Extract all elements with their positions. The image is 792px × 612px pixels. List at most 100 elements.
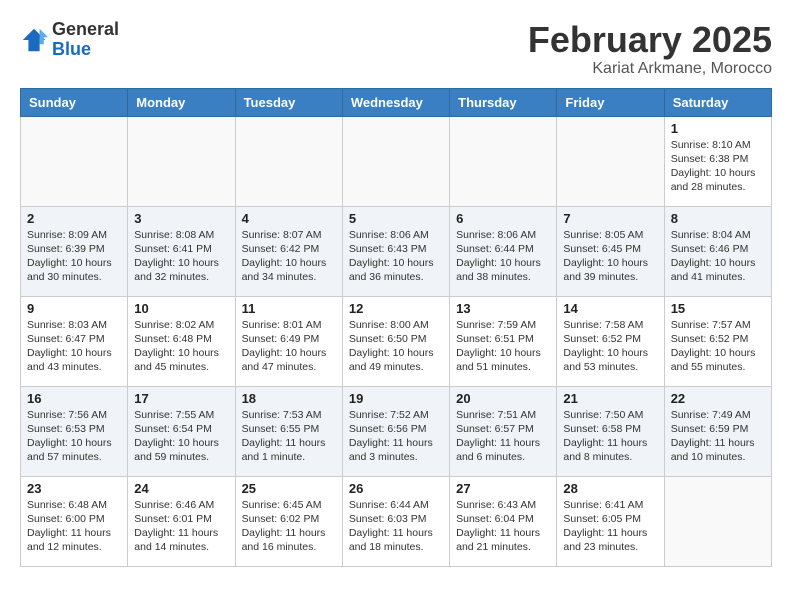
day-info: Sunrise: 7:57 AM Sunset: 6:52 PM Dayligh… bbox=[671, 318, 765, 375]
day-info: Sunrise: 6:43 AM Sunset: 6:04 PM Dayligh… bbox=[456, 498, 550, 555]
day-info: Sunrise: 8:07 AM Sunset: 6:42 PM Dayligh… bbox=[242, 228, 336, 285]
day-info: Sunrise: 7:49 AM Sunset: 6:59 PM Dayligh… bbox=[671, 408, 765, 465]
day-number: 15 bbox=[671, 301, 765, 316]
day-number: 16 bbox=[27, 391, 121, 406]
weekday-header-row: SundayMondayTuesdayWednesdayThursdayFrid… bbox=[21, 88, 772, 116]
calendar-cell: 26 Sunrise: 6:44 AM Sunset: 6:03 PM Dayli… bbox=[342, 476, 449, 566]
day-number: 18 bbox=[242, 391, 336, 406]
day-number: 17 bbox=[134, 391, 228, 406]
day-info: Sunrise: 8:06 AM Sunset: 6:44 PM Dayligh… bbox=[456, 228, 550, 285]
day-info: Sunrise: 8:10 AM Sunset: 6:38 PM Dayligh… bbox=[671, 138, 765, 195]
day-number: 5 bbox=[349, 211, 443, 226]
calendar-cell: 24 Sunrise: 6:46 AM Sunset: 6:01 PM Dayli… bbox=[128, 476, 235, 566]
month-title: February 2025 bbox=[528, 20, 772, 60]
week-row-3: 9 Sunrise: 8:03 AM Sunset: 6:47 PM Daylig… bbox=[21, 296, 772, 386]
day-info: Sunrise: 6:44 AM Sunset: 6:03 PM Dayligh… bbox=[349, 498, 443, 555]
week-row-2: 2 Sunrise: 8:09 AM Sunset: 6:39 PM Daylig… bbox=[21, 206, 772, 296]
day-info: Sunrise: 8:03 AM Sunset: 6:47 PM Dayligh… bbox=[27, 318, 121, 375]
calendar-cell: 28 Sunrise: 6:41 AM Sunset: 6:05 PM Dayli… bbox=[557, 476, 664, 566]
weekday-header-saturday: Saturday bbox=[664, 88, 771, 116]
calendar-cell bbox=[235, 116, 342, 206]
calendar-cell: 22 Sunrise: 7:49 AM Sunset: 6:59 PM Dayli… bbox=[664, 386, 771, 476]
day-info: Sunrise: 7:55 AM Sunset: 6:54 PM Dayligh… bbox=[134, 408, 228, 465]
week-row-4: 16 Sunrise: 7:56 AM Sunset: 6:53 PM Dayli… bbox=[21, 386, 772, 476]
calendar-cell: 19 Sunrise: 7:52 AM Sunset: 6:56 PM Dayli… bbox=[342, 386, 449, 476]
calendar-cell: 14Sunrise: 7:58 AM Sunset: 6:52 PM Dayli… bbox=[557, 296, 664, 386]
calendar-cell bbox=[557, 116, 664, 206]
day-number: 19 bbox=[349, 391, 443, 406]
calendar-cell: 15 Sunrise: 7:57 AM Sunset: 6:52 PM Dayli… bbox=[664, 296, 771, 386]
calendar: SundayMondayTuesdayWednesdayThursdayFrid… bbox=[20, 88, 772, 567]
day-info: Sunrise: 7:50 AM Sunset: 6:58 PM Dayligh… bbox=[563, 408, 657, 465]
day-info: Sunrise: 6:41 AM Sunset: 6:05 PM Dayligh… bbox=[563, 498, 657, 555]
calendar-cell: 4 Sunrise: 8:07 AM Sunset: 6:42 PM Daylig… bbox=[235, 206, 342, 296]
logo: General Blue bbox=[20, 20, 119, 60]
calendar-cell: 2 Sunrise: 8:09 AM Sunset: 6:39 PM Daylig… bbox=[21, 206, 128, 296]
day-number: 1 bbox=[671, 121, 765, 136]
logo-text: General Blue bbox=[52, 20, 119, 60]
day-number: 10 bbox=[134, 301, 228, 316]
day-number: 7 bbox=[563, 211, 657, 226]
calendar-cell bbox=[342, 116, 449, 206]
calendar-cell: 27 Sunrise: 6:43 AM Sunset: 6:04 PM Dayli… bbox=[450, 476, 557, 566]
weekday-header-monday: Monday bbox=[128, 88, 235, 116]
week-row-5: 23Sunrise: 6:48 AM Sunset: 6:00 PM Dayli… bbox=[21, 476, 772, 566]
calendar-cell: 3Sunrise: 8:08 AM Sunset: 6:41 PM Daylig… bbox=[128, 206, 235, 296]
day-number: 6 bbox=[456, 211, 550, 226]
logo-general: General bbox=[52, 19, 119, 39]
calendar-cell: 25Sunrise: 6:45 AM Sunset: 6:02 PM Dayli… bbox=[235, 476, 342, 566]
calendar-cell: 21 Sunrise: 7:50 AM Sunset: 6:58 PM Dayli… bbox=[557, 386, 664, 476]
calendar-cell: 23Sunrise: 6:48 AM Sunset: 6:00 PM Dayli… bbox=[21, 476, 128, 566]
weekday-header-friday: Friday bbox=[557, 88, 664, 116]
calendar-cell: 10 Sunrise: 8:02 AM Sunset: 6:48 PM Dayli… bbox=[128, 296, 235, 386]
week-row-1: 1 Sunrise: 8:10 AM Sunset: 6:38 PM Daylig… bbox=[21, 116, 772, 206]
day-info: Sunrise: 8:00 AM Sunset: 6:50 PM Dayligh… bbox=[349, 318, 443, 375]
day-number: 12 bbox=[349, 301, 443, 316]
logo-icon bbox=[20, 26, 48, 54]
weekday-header-tuesday: Tuesday bbox=[235, 88, 342, 116]
calendar-cell bbox=[21, 116, 128, 206]
logo-blue: Blue bbox=[52, 39, 91, 59]
day-number: 21 bbox=[563, 391, 657, 406]
day-number: 22 bbox=[671, 391, 765, 406]
calendar-cell: 11 Sunrise: 8:01 AM Sunset: 6:49 PM Dayli… bbox=[235, 296, 342, 386]
day-number: 14 bbox=[563, 301, 657, 316]
weekday-header-wednesday: Wednesday bbox=[342, 88, 449, 116]
day-number: 9 bbox=[27, 301, 121, 316]
day-info: Sunrise: 7:53 AM Sunset: 6:55 PM Dayligh… bbox=[242, 408, 336, 465]
day-number: 24 bbox=[134, 481, 228, 496]
day-info: Sunrise: 8:04 AM Sunset: 6:46 PM Dayligh… bbox=[671, 228, 765, 285]
weekday-header-sunday: Sunday bbox=[21, 88, 128, 116]
day-info: Sunrise: 6:46 AM Sunset: 6:01 PM Dayligh… bbox=[134, 498, 228, 555]
weekday-header-thursday: Thursday bbox=[450, 88, 557, 116]
day-info: Sunrise: 7:56 AM Sunset: 6:53 PM Dayligh… bbox=[27, 408, 121, 465]
calendar-cell: 20Sunrise: 7:51 AM Sunset: 6:57 PM Dayli… bbox=[450, 386, 557, 476]
day-number: 27 bbox=[456, 481, 550, 496]
calendar-cell: 7Sunrise: 8:05 AM Sunset: 6:45 PM Daylig… bbox=[557, 206, 664, 296]
day-info: Sunrise: 8:01 AM Sunset: 6:49 PM Dayligh… bbox=[242, 318, 336, 375]
day-info: Sunrise: 7:51 AM Sunset: 6:57 PM Dayligh… bbox=[456, 408, 550, 465]
calendar-cell: 5 Sunrise: 8:06 AM Sunset: 6:43 PM Daylig… bbox=[342, 206, 449, 296]
day-info: Sunrise: 7:59 AM Sunset: 6:51 PM Dayligh… bbox=[456, 318, 550, 375]
calendar-cell: 9 Sunrise: 8:03 AM Sunset: 6:47 PM Daylig… bbox=[21, 296, 128, 386]
calendar-cell: 16 Sunrise: 7:56 AM Sunset: 6:53 PM Dayli… bbox=[21, 386, 128, 476]
day-info: Sunrise: 8:06 AM Sunset: 6:43 PM Dayligh… bbox=[349, 228, 443, 285]
day-info: Sunrise: 8:02 AM Sunset: 6:48 PM Dayligh… bbox=[134, 318, 228, 375]
calendar-cell: 17 Sunrise: 7:55 AM Sunset: 6:54 PM Dayli… bbox=[128, 386, 235, 476]
calendar-cell: 1 Sunrise: 8:10 AM Sunset: 6:38 PM Daylig… bbox=[664, 116, 771, 206]
day-number: 2 bbox=[27, 211, 121, 226]
location: Kariat Arkmane, Morocco bbox=[528, 60, 772, 78]
day-number: 11 bbox=[242, 301, 336, 316]
calendar-cell bbox=[664, 476, 771, 566]
calendar-cell: 8Sunrise: 8:04 AM Sunset: 6:46 PM Daylig… bbox=[664, 206, 771, 296]
day-info: Sunrise: 6:45 AM Sunset: 6:02 PM Dayligh… bbox=[242, 498, 336, 555]
day-number: 13 bbox=[456, 301, 550, 316]
day-number: 28 bbox=[563, 481, 657, 496]
calendar-cell: 18 Sunrise: 7:53 AM Sunset: 6:55 PM Dayli… bbox=[235, 386, 342, 476]
day-info: Sunrise: 8:09 AM Sunset: 6:39 PM Dayligh… bbox=[27, 228, 121, 285]
day-number: 4 bbox=[242, 211, 336, 226]
day-number: 26 bbox=[349, 481, 443, 496]
page-header: General Blue February 2025 Kariat Arkman… bbox=[20, 20, 772, 78]
day-info: Sunrise: 7:52 AM Sunset: 6:56 PM Dayligh… bbox=[349, 408, 443, 465]
calendar-cell: 13 Sunrise: 7:59 AM Sunset: 6:51 PM Dayli… bbox=[450, 296, 557, 386]
